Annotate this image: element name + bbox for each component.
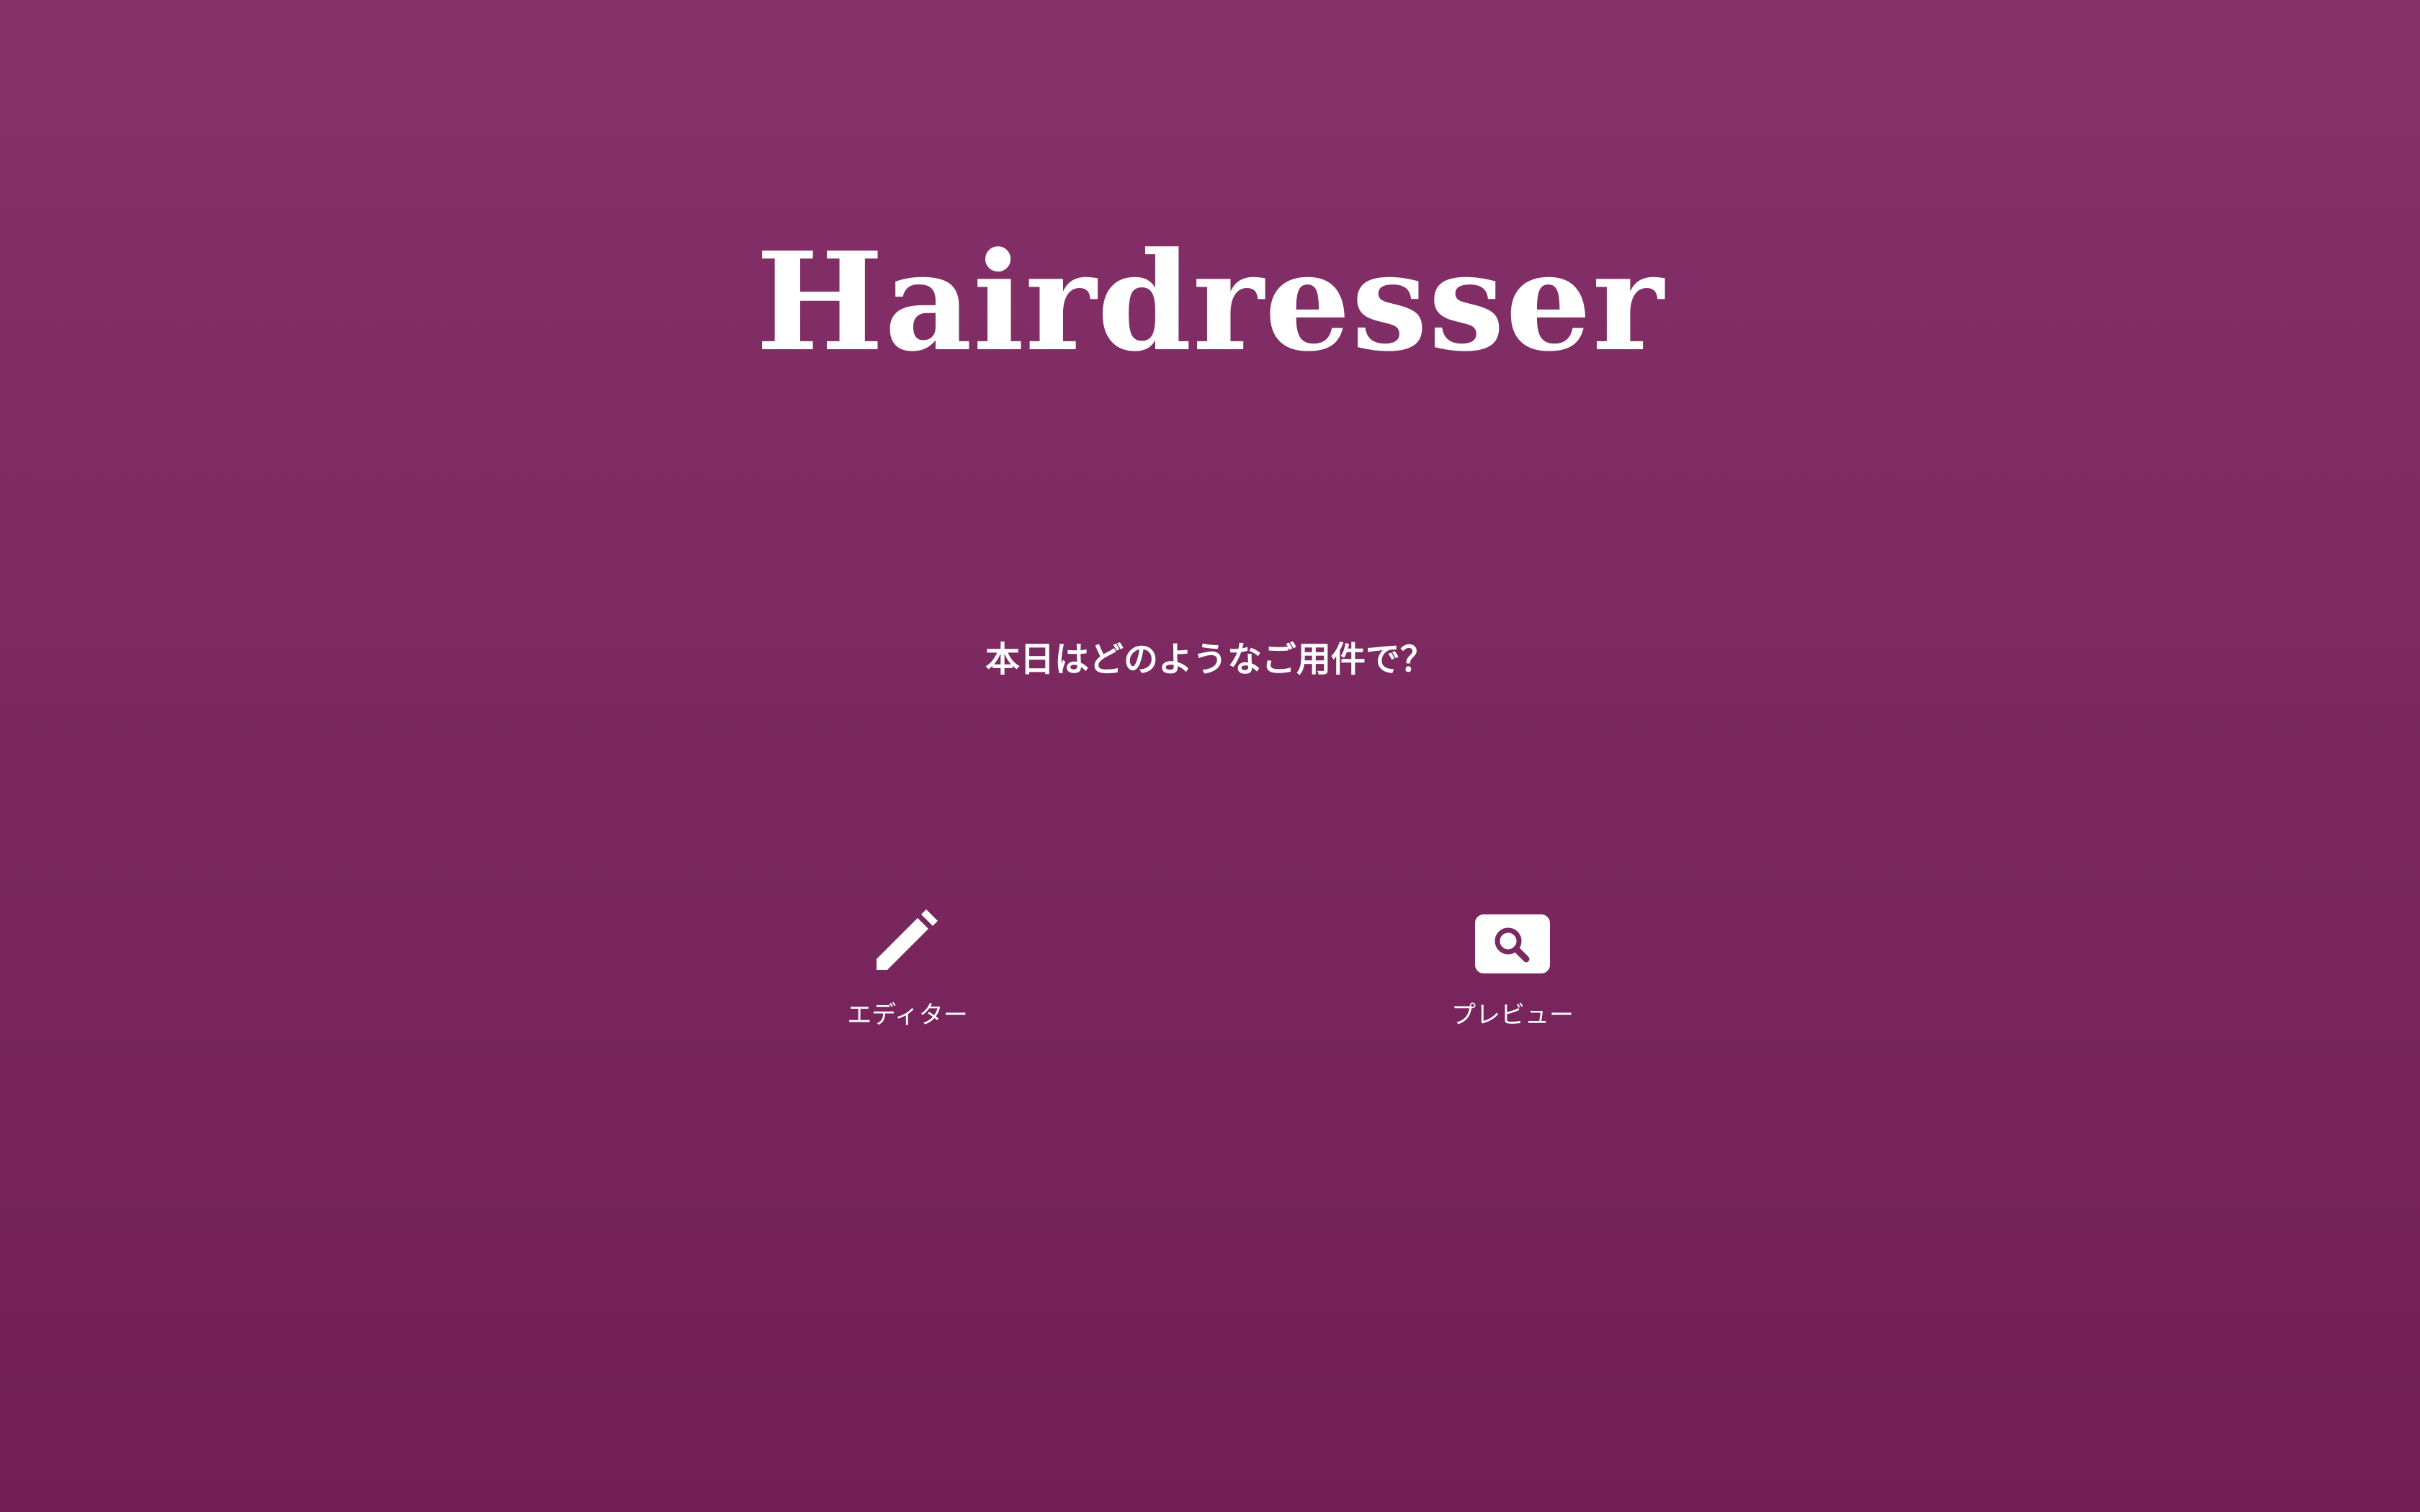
preview-search-icon — [1473, 907, 1552, 979]
preview-label: プレビュー — [1451, 1001, 1574, 1030]
editor-label: エディター — [847, 1001, 968, 1030]
launch-screen: Hairdresser 本日はどのようなご用件で？ エディター プレビュー — [0, 0, 2420, 1512]
editor-button[interactable]: エディター — [814, 907, 1001, 1051]
pencil-icon — [868, 907, 947, 979]
welcome-question: 本日はどのようなご用件で？ — [985, 639, 1435, 680]
preview-button[interactable]: プレビュー — [1419, 907, 1606, 1051]
app-title: Hairdresser — [756, 222, 1664, 382]
